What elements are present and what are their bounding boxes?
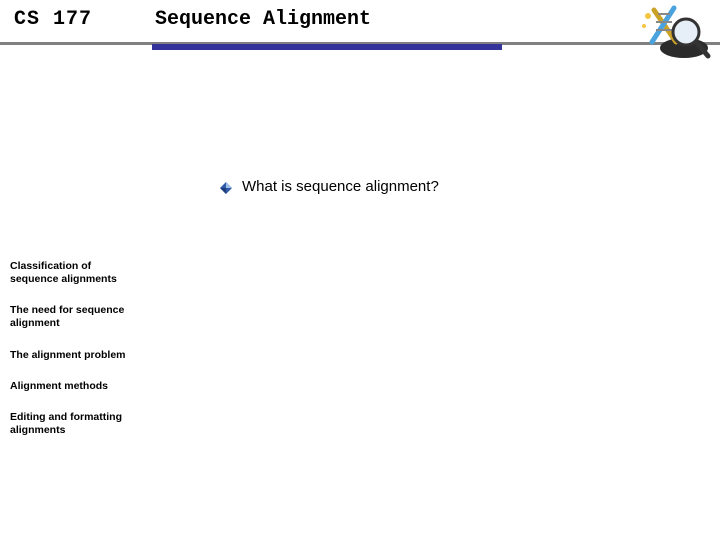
diamond-bullet-icon	[220, 181, 232, 193]
page-title: Sequence Alignment	[155, 8, 371, 31]
sidebar-item-label: Editing and formatting alignments	[10, 411, 122, 436]
sidebar-item-problem[interactable]: The alignment problem	[10, 349, 132, 362]
sidebar-item-methods[interactable]: Alignment methods	[10, 380, 132, 393]
sidebar-item-label: Classification of sequence alignments	[10, 260, 117, 285]
sidebar-item-label: The alignment problem	[10, 349, 126, 361]
header-rule-blue	[152, 44, 502, 50]
bullet-text: What is sequence alignment?	[242, 178, 439, 195]
dna-magnifier-icon	[624, 2, 712, 72]
course-code: CS 177	[14, 8, 92, 31]
sidebar-item-label: The need for sequence alignment	[10, 304, 124, 329]
bullet-item: What is sequence alignment?	[220, 178, 439, 195]
slide: CS 177 Sequence Alignment What is sequen…	[0, 0, 720, 540]
sidebar-item-classification[interactable]: Classification of sequence alignments	[10, 260, 132, 286]
sidebar-item-label: Alignment methods	[10, 380, 108, 392]
sidebar-item-editing[interactable]: Editing and formatting alignments	[10, 411, 132, 437]
sidebar-item-need[interactable]: The need for sequence alignment	[10, 304, 132, 330]
sidebar: Classification of sequence alignments Th…	[10, 260, 132, 437]
